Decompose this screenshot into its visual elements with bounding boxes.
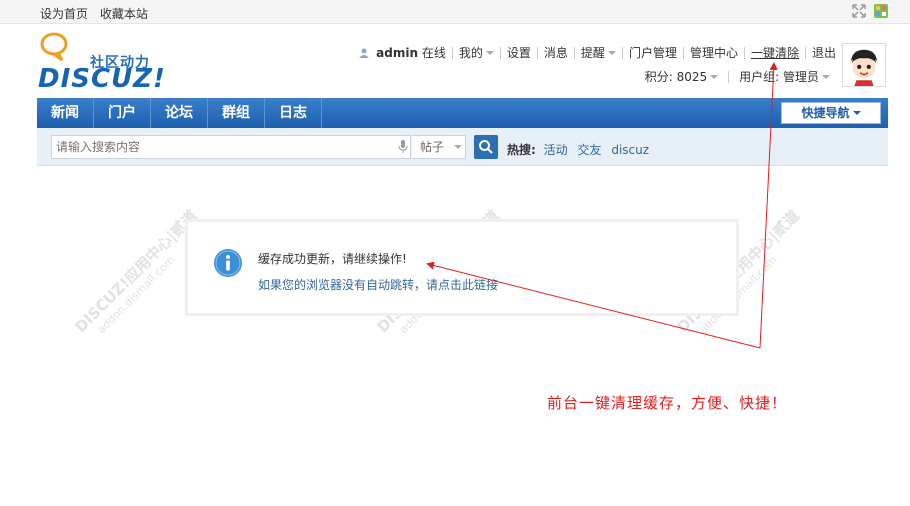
chevron-down-icon xyxy=(454,145,463,149)
points-label: 积分: 8025 xyxy=(644,70,708,84)
app-grid-icon[interactable] xyxy=(874,4,888,18)
admin-center-link[interactable]: 管理中心 xyxy=(684,47,745,59)
nav-item-portal[interactable]: 门户 xyxy=(94,98,151,128)
chevron-down-icon xyxy=(822,75,830,79)
search-button[interactable] xyxy=(474,135,498,159)
chevron-down-icon xyxy=(852,111,861,115)
logout-link[interactable]: 退出 xyxy=(806,47,836,59)
usergroup-label: 用户组: 管理员 xyxy=(739,70,819,84)
user-bar: admin 在线 我的 设置 消息 提醒 门户管理 管理中心 一键清除 退出 xyxy=(353,47,836,59)
nav-item-forum[interactable]: 论坛 xyxy=(151,98,208,128)
reminders-label: 提醒 xyxy=(580,46,605,60)
bookmark-link[interactable]: 收藏本站 xyxy=(100,7,148,21)
my-menu[interactable]: 我的 xyxy=(453,47,501,59)
nav-item-blog[interactable]: 日志 xyxy=(265,98,322,128)
chevron-down-icon xyxy=(485,51,494,55)
user-name: admin xyxy=(376,46,419,60)
redirect-link[interactable]: 如果您的浏览器没有自动跳转，请点击此链接 xyxy=(258,276,498,293)
reminders-menu[interactable]: 提醒 xyxy=(575,47,623,59)
message-box: 缓存成功更新，请继续操作! 如果您的浏览器没有自动跳转，请点击此链接 xyxy=(185,219,739,316)
hot-searches-label: 热搜: xyxy=(507,143,536,157)
fullscreen-icon[interactable] xyxy=(852,4,866,18)
site-logo[interactable]: 社区动力 DISCUZ! xyxy=(38,32,165,96)
user-meta-bar: 积分: 8025 用户组: 管理员 xyxy=(635,71,830,83)
clear-cache-link[interactable]: 一键清除 xyxy=(745,47,806,59)
quick-nav-button[interactable]: 快捷导航 xyxy=(781,102,881,124)
user-name-item[interactable]: admin 在线 xyxy=(353,47,453,59)
nav-item-groups[interactable]: 群组 xyxy=(208,98,265,128)
search-type-label: 帖子 xyxy=(420,140,445,154)
nav-menu: 新闻 门户 论坛 群组 日志 xyxy=(37,98,888,128)
top-bar: 设为首页 收藏本站 xyxy=(0,0,910,24)
portal-admin-link[interactable]: 门户管理 xyxy=(623,47,684,59)
annotation-text: 前台一键清理缓存，方便、快捷！ xyxy=(547,394,788,412)
hot-searches: 热搜: 活动 交友 discuz xyxy=(507,141,655,158)
points-menu[interactable]: 积分: 8025 xyxy=(635,70,730,84)
microphone-icon[interactable] xyxy=(398,140,408,154)
chevron-down-icon xyxy=(710,75,719,79)
avatar[interactable] xyxy=(842,43,886,87)
logo-wordmark: DISCUZ! xyxy=(38,64,166,94)
success-message: 缓存成功更新，请继续操作! xyxy=(258,252,407,266)
search-input[interactable] xyxy=(51,135,411,159)
chevron-down-icon xyxy=(607,51,616,55)
main-nav: 新闻 门户 论坛 群组 日志 快捷导航 xyxy=(37,98,888,128)
set-home-link[interactable]: 设为首页 xyxy=(40,7,88,21)
settings-link[interactable]: 设置 xyxy=(501,47,538,59)
speech-bubble-icon xyxy=(40,32,68,62)
search-bar: 帖子 热搜: 活动 交友 discuz xyxy=(37,128,888,166)
watermark-text: DISCUZ!应用中心|贰道 xyxy=(71,206,201,337)
top-icons xyxy=(852,4,888,18)
my-menu-label: 我的 xyxy=(458,46,483,60)
user-status: 在线 xyxy=(421,46,446,60)
hot-term[interactable]: discuz xyxy=(611,143,649,157)
hot-term[interactable]: 活动 xyxy=(544,143,568,157)
hot-term[interactable]: 交友 xyxy=(577,143,601,157)
user-icon xyxy=(359,48,370,58)
messages-link[interactable]: 消息 xyxy=(538,47,575,59)
quick-nav-label: 快捷导航 xyxy=(801,106,850,120)
usergroup-menu[interactable]: 用户组: 管理员 xyxy=(729,71,830,83)
info-icon xyxy=(214,249,242,277)
nav-item-news[interactable]: 新闻 xyxy=(37,98,94,128)
search-type-select[interactable]: 帖子 xyxy=(412,135,466,159)
top-links: 设为首页 收藏本站 xyxy=(40,5,156,22)
